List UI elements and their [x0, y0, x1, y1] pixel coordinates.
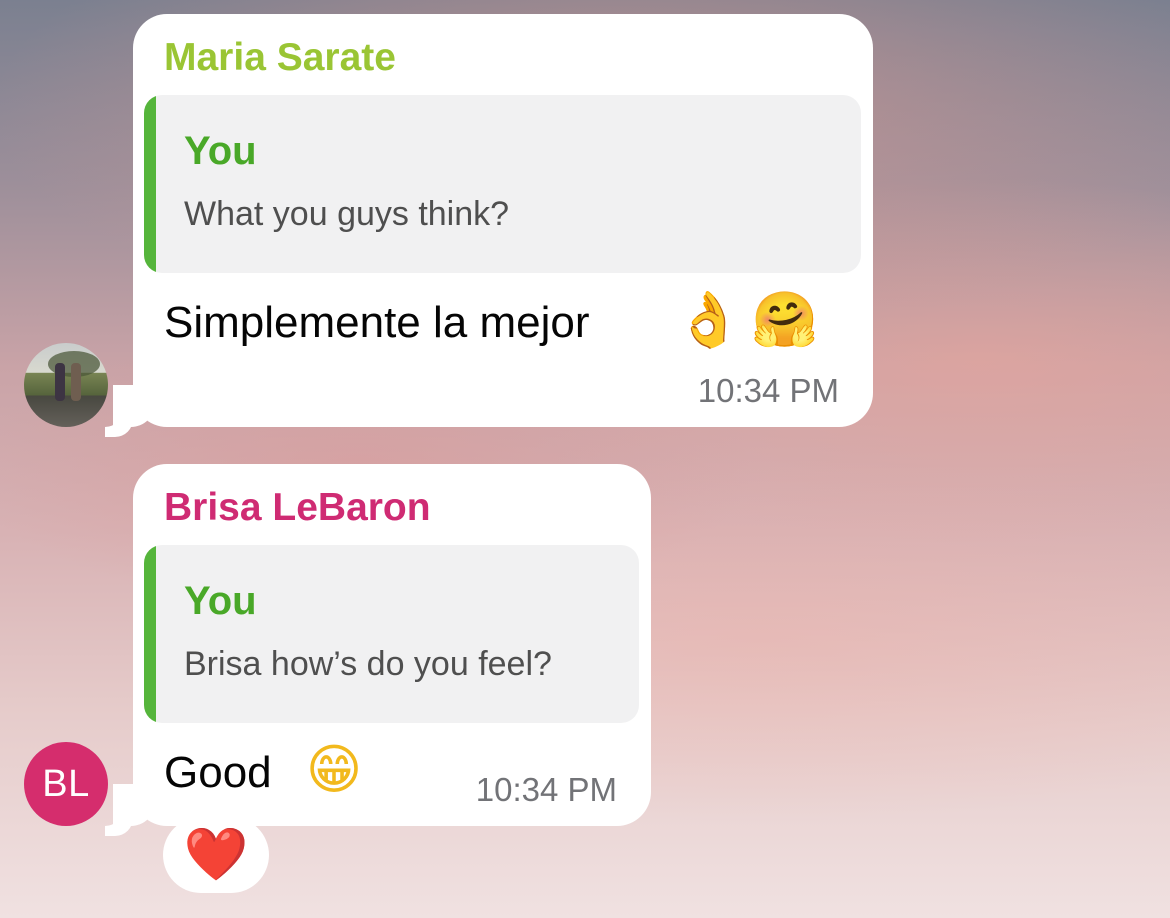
message-timestamp: 10:34 PM	[475, 771, 617, 808]
sender-name[interactable]: Maria Sarate	[164, 36, 396, 80]
quoted-reply-text: What you guys think?	[184, 195, 510, 233]
message-text: Simplemente la mejor	[164, 298, 590, 347]
avatar-person-icon	[71, 363, 81, 401]
avatar-person-icon	[55, 363, 65, 401]
quoted-reply-author: You	[184, 579, 257, 623]
reaction-badge[interactable]: ❤️	[163, 817, 269, 893]
quoted-reply-text: Brisa how’s do you feel?	[184, 645, 552, 683]
ok-hand-emoji-icon: 👌	[675, 288, 743, 351]
grinning-face-emoji-icon: 😁	[305, 738, 363, 801]
heart-reaction-icon: ❤️	[183, 825, 249, 885]
quoted-reply-author: You	[184, 129, 257, 173]
message-bubble[interactable]: Brisa LeBaron You Brisa how’s do you fee…	[133, 464, 651, 826]
message-text: Good	[164, 748, 272, 797]
message-bubble[interactable]: Maria Sarate You What you guys think? Si…	[133, 14, 873, 427]
message-timestamp: 10:34 PM	[697, 372, 839, 409]
quoted-reply[interactable]: You What you guys think?	[144, 95, 861, 273]
quoted-reply[interactable]: You Brisa how’s do you feel?	[144, 545, 639, 723]
hugging-face-emoji-icon: 🤗	[751, 288, 819, 351]
sender-name[interactable]: Brisa LeBaron	[164, 486, 431, 530]
